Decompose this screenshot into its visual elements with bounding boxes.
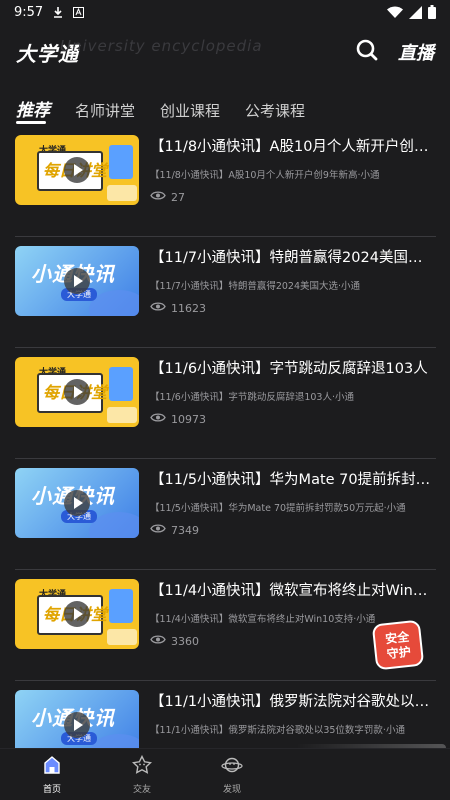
- badge-line: 守护: [386, 644, 412, 662]
- play-icon[interactable]: [64, 268, 90, 294]
- video-thumbnail[interactable]: 大学通 每日讲堂: [15, 579, 139, 649]
- thumbnail-decoration: [109, 367, 133, 401]
- tab-recommend[interactable]: 推荐: [16, 96, 50, 126]
- video-subtitle: 【11/7小通快讯】特朗普赢得2024美国大选·小通: [150, 281, 361, 292]
- video-subtitle: 【11/8小通快讯】A股10月个人新开户创9年新高·小通: [150, 170, 380, 181]
- star-face-icon: [131, 754, 153, 779]
- video-thumbnail[interactable]: 大学通 每日讲堂: [15, 357, 139, 427]
- battery-icon: [428, 5, 436, 19]
- view-count: 3360: [171, 634, 199, 648]
- list-item[interactable]: 大学通 每日讲堂 【11/8小通快讯】A股10月个人新开户创9年新高 【11/8…: [0, 126, 450, 237]
- search-icon[interactable]: [356, 39, 378, 65]
- tab-startup-courses[interactable]: 创业课程: [160, 96, 220, 126]
- eye-icon: [150, 634, 166, 648]
- video-title[interactable]: 【11/5小通快讯】华为Mate 70提前拆封罚款50万元起: [150, 470, 435, 490]
- list-item[interactable]: 大学通 每日讲堂 【11/6小通快讯】字节跳动反腐辞退103人 【11/6小通快…: [0, 348, 450, 459]
- nav-label: 发现: [222, 784, 241, 795]
- video-thumbnail[interactable]: 小通快讯 大学通: [15, 468, 139, 538]
- video-thumbnail[interactable]: 大学通 每日讲堂: [15, 135, 139, 205]
- nav-item-discover[interactable]: 发现: [210, 749, 254, 800]
- view-count: 10973: [171, 412, 206, 426]
- download-icon: [52, 6, 64, 18]
- video-subtitle: 【11/5小通快讯】华为Mate 70提前拆封罚款50万元起·小通: [150, 503, 406, 514]
- thumbnail-decoration: [107, 185, 137, 201]
- eye-icon: [150, 523, 166, 537]
- video-title[interactable]: 【11/4小通快讯】微软宣布将终止对Win10支持: [150, 581, 435, 601]
- video-list: 大学通 每日讲堂 【11/8小通快讯】A股10月个人新开户创9年新高 【11/8…: [0, 126, 450, 792]
- play-icon[interactable]: [64, 490, 90, 516]
- thumbnail-decoration: [107, 629, 137, 645]
- eye-icon: [150, 412, 166, 426]
- security-guard-badge[interactable]: 安全 守护: [371, 619, 425, 671]
- video-subtitle: 【11/6小通快讯】字节跳动反腐辞退103人·小通: [150, 392, 354, 403]
- view-count: 7349: [171, 523, 199, 537]
- eye-icon: [150, 301, 166, 315]
- thumbnail-decoration: [109, 145, 133, 179]
- home-icon: [42, 755, 62, 779]
- play-icon[interactable]: [64, 157, 90, 183]
- thumbnail-decoration: [109, 589, 133, 623]
- tab-famous-teachers[interactable]: 名师讲堂: [75, 96, 135, 126]
- app-notification-icon: [73, 6, 85, 18]
- play-icon[interactable]: [64, 601, 90, 627]
- play-icon[interactable]: [64, 379, 90, 405]
- status-time: 9:57: [14, 4, 44, 20]
- signal-icon: [409, 5, 422, 19]
- list-item[interactable]: 小通快讯 大学通 【11/5小通快讯】华为Mate 70提前拆封罚款50万元起 …: [0, 459, 450, 570]
- video-title[interactable]: 【11/7小通快讯】特朗普赢得2024美国大选: [150, 248, 435, 268]
- video-thumbnail[interactable]: 小通快讯 大学通: [15, 246, 139, 316]
- play-icon[interactable]: [64, 712, 90, 738]
- live-button[interactable]: 直播: [398, 39, 434, 65]
- nav-label: 首页: [42, 784, 61, 795]
- video-title[interactable]: 【11/6小通快讯】字节跳动反腐辞退103人: [150, 359, 435, 379]
- thumbnail-decoration: [107, 407, 137, 423]
- video-subtitle: 【11/1小通快讯】俄罗斯法院对谷歌处以35位数字罚款·小通: [150, 725, 405, 736]
- app-header: 大学通 University encyclopedia 直播: [0, 24, 450, 80]
- nav-label: 交友: [132, 784, 151, 795]
- wifi-icon: [387, 6, 403, 18]
- header-watermark: University encyclopedia: [60, 37, 263, 55]
- view-count: 11623: [171, 301, 206, 315]
- nav-item-home[interactable]: 首页: [30, 749, 74, 800]
- list-item[interactable]: 小通快讯 大学通 【11/7小通快讯】特朗普赢得2024美国大选 【11/7小通…: [0, 237, 450, 348]
- status-bar: 9:57: [0, 0, 450, 24]
- planet-face-icon: [221, 755, 243, 779]
- video-title[interactable]: 【11/1小通快讯】俄罗斯法院对谷歌处以35位数字罚款: [150, 692, 435, 712]
- bottom-nav: 首页 交友 发现: [0, 748, 450, 800]
- video-title[interactable]: 【11/8小通快讯】A股10月个人新开户创9年新高: [150, 137, 435, 157]
- eye-icon: [150, 190, 166, 204]
- nav-item-friends[interactable]: 交友: [120, 749, 164, 800]
- tab-civil-exam-courses[interactable]: 公考课程: [245, 96, 305, 126]
- category-tabs: 推荐 名师讲堂 创业课程 公考课程: [16, 96, 305, 126]
- view-count: 27: [171, 190, 185, 204]
